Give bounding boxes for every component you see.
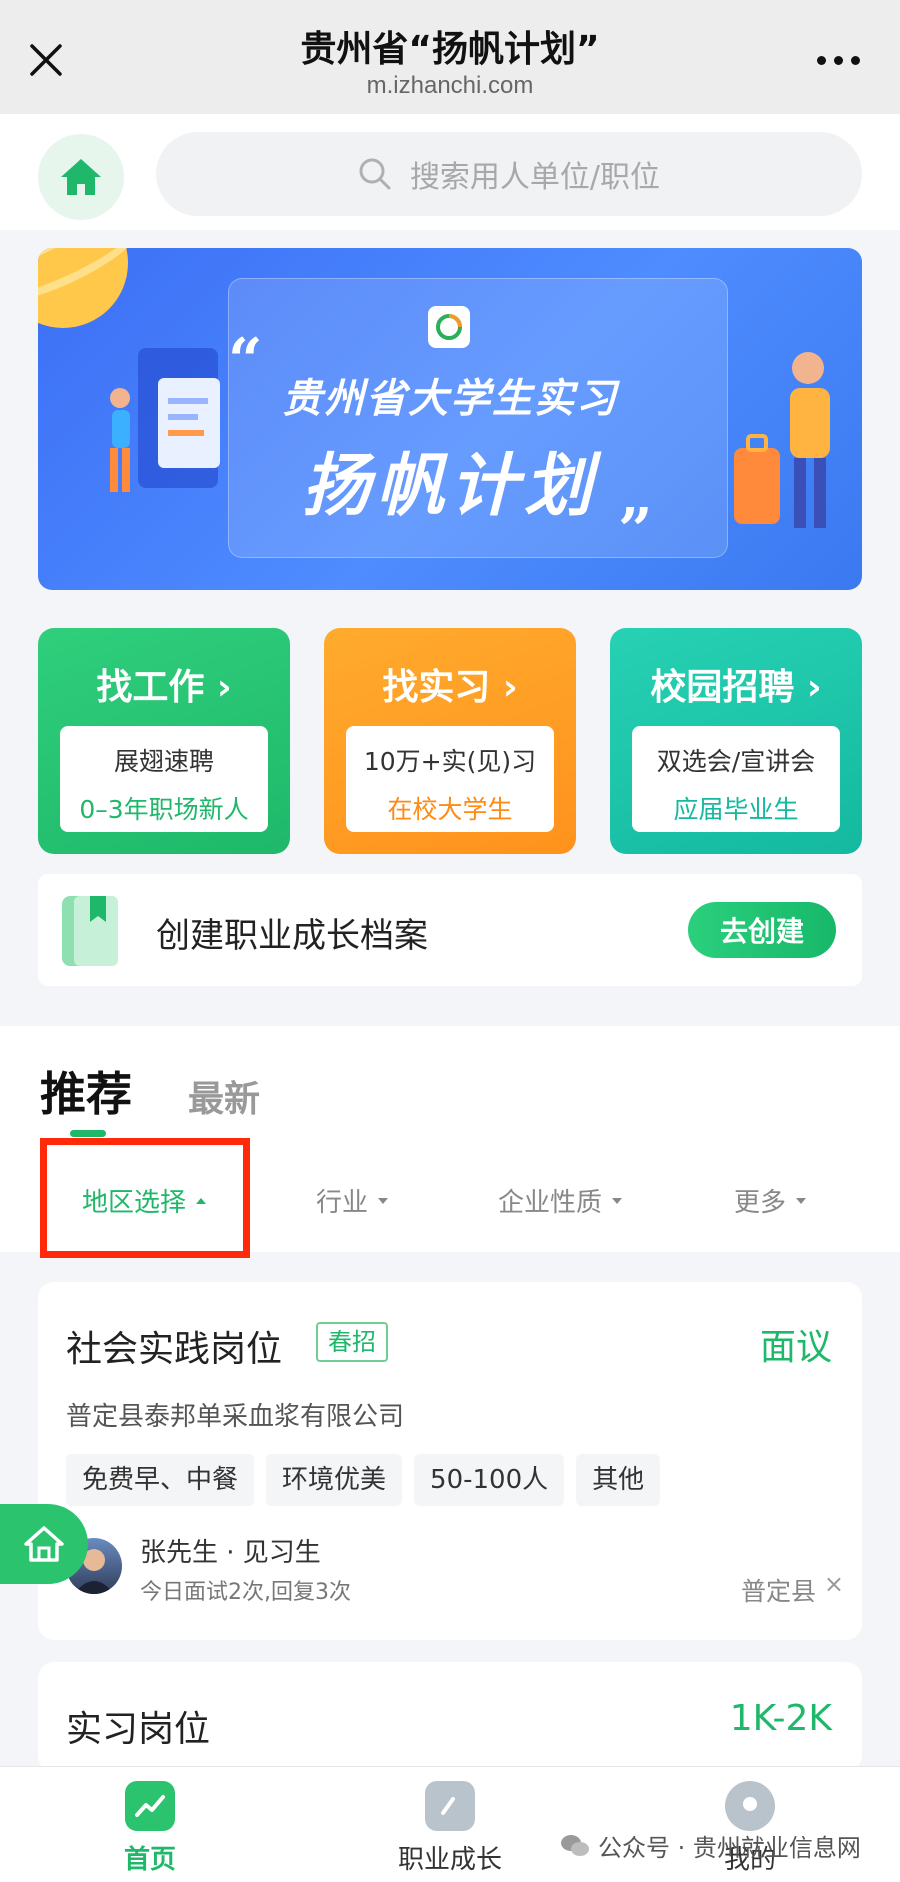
benefit-tags: 免费早、中餐 环境优美 50-100人 其他 xyxy=(66,1454,661,1506)
tile-card: 10万+实(见)习 在校大学生 xyxy=(346,726,554,832)
tile-card: 展翅速聘 0–3年职场新人 xyxy=(60,726,268,832)
banner-quote-close: ” xyxy=(618,496,653,566)
create-profile-button[interactable]: 去创建 xyxy=(688,902,836,958)
caret-down-icon xyxy=(612,1197,623,1204)
recruiter-stats: 今日面试2次,回复3次 xyxy=(140,1580,351,1605)
job-location: 普定县 xyxy=(740,1577,816,1606)
find-internship-tile[interactable]: 找实习 › 10万+实(见)习 在校大学生 xyxy=(324,628,576,854)
banner-subtitle: 贵州省大学生实习 xyxy=(282,376,618,422)
nav-home[interactable]: 首页 xyxy=(60,1781,240,1876)
filter-label: 行业 xyxy=(316,1188,369,1218)
season-badge: 春招 xyxy=(316,1322,388,1362)
filter-label: 更多 xyxy=(734,1188,787,1218)
nav-label: 首页 xyxy=(123,1845,176,1875)
tile-audience: 应届毕业生 xyxy=(673,795,799,824)
growth-book-icon xyxy=(425,1781,475,1831)
tile-subtitle: 双选会/宣讲会 xyxy=(656,747,816,776)
company-name: 普定县泰邦单采血浆有限公司 xyxy=(66,1402,405,1432)
benefit-tag: 50-100人 xyxy=(414,1454,565,1506)
job-card[interactable]: 社会实践岗位 春招 面议 普定县泰邦单采血浆有限公司 免费早、中餐 环境优美 5… xyxy=(38,1282,862,1640)
caret-down-icon xyxy=(378,1197,389,1204)
filter-company-type[interactable]: 企业性质 xyxy=(498,1182,623,1219)
dismiss-icon[interactable]: × xyxy=(824,1570,844,1598)
tab-recommend[interactable]: 推荐 xyxy=(40,1058,132,1124)
filter-label: 企业性质 xyxy=(498,1188,603,1218)
job-title: 实习岗位 xyxy=(66,1709,211,1750)
career-profile-label: 创建职业成长档案 xyxy=(156,916,428,956)
watermark-text: 公众号 · 贵州就业信息网 xyxy=(598,1834,861,1862)
benefit-tag: 免费早、中餐 xyxy=(66,1454,255,1506)
tile-title: 校园招聘 › xyxy=(650,667,822,708)
tile-title: 找实习 › xyxy=(382,667,518,708)
search-icon xyxy=(359,158,391,190)
tile-subtitle: 展翅速聘 xyxy=(113,747,214,776)
home-outline-icon xyxy=(24,1526,64,1562)
home-icon xyxy=(61,159,101,195)
job-salary: 面议 xyxy=(759,1327,832,1368)
active-tab-indicator xyxy=(70,1130,106,1137)
highlight-box xyxy=(40,1138,250,1258)
folder-book-icon xyxy=(62,896,118,966)
tile-subtitle: 10万+实(见)习 xyxy=(363,747,537,776)
filter-industry[interactable]: 行业 xyxy=(316,1182,389,1219)
home-button[interactable] xyxy=(38,134,124,220)
tile-card: 双选会/宣讲会 应届毕业生 xyxy=(632,726,840,832)
title-bar: 贵州省“扬帆计划” m.izhanchi.com xyxy=(0,0,900,114)
user-icon xyxy=(725,1781,775,1831)
wechat-icon xyxy=(561,1834,589,1856)
tile-title: 找工作 › xyxy=(96,667,232,708)
tab-latest[interactable]: 最新 xyxy=(188,1070,260,1122)
tile-audience: 在校大学生 xyxy=(387,795,513,824)
search-input[interactable]: 搜索用人单位/职位 xyxy=(156,132,862,216)
job-card[interactable]: 实习岗位 1K-2K xyxy=(38,1662,862,1772)
wechat-watermark: 公众号 · 贵州就业信息网 xyxy=(560,1828,861,1863)
job-salary: 1K-2K xyxy=(729,1698,832,1739)
bottom-nav: 首页 职业成长 我的 xyxy=(0,1766,900,1882)
benefit-tag: 环境优美 xyxy=(266,1454,403,1506)
page-url: m.izhanchi.com xyxy=(366,72,534,99)
floating-home-button[interactable] xyxy=(0,1504,88,1584)
yangfan-logo xyxy=(428,306,470,348)
search-row: 搜索用人单位/职位 xyxy=(0,114,900,230)
more-icon[interactable] xyxy=(817,56,860,65)
filter-more[interactable]: 更多 xyxy=(734,1182,807,1219)
benefit-tag: 其他 xyxy=(576,1454,661,1506)
find-job-tile[interactable]: 找工作 › 展翅速聘 0–3年职场新人 xyxy=(38,628,290,854)
banner-title: 扬帆计划 xyxy=(301,447,598,526)
trend-icon xyxy=(125,1781,175,1831)
job-title: 社会实践岗位 xyxy=(66,1329,283,1370)
campus-recruit-tile[interactable]: 校园招聘 › 双选会/宣讲会 应届毕业生 xyxy=(610,628,862,854)
search-placeholder: 搜索用人单位/职位 xyxy=(409,160,661,195)
caret-down-icon xyxy=(796,1197,807,1204)
page-title: 贵州省“扬帆计划” xyxy=(300,29,600,70)
promo-banner[interactable]: “ 贵州省大学生实习 扬帆计划 ” xyxy=(38,248,862,590)
recruiter-name: 张先生 · 见习生 xyxy=(140,1538,321,1568)
nav-label: 职业成长 xyxy=(397,1845,502,1875)
tile-audience: 0–3年职场新人 xyxy=(79,795,249,824)
career-profile-row[interactable]: 创建职业成长档案 去创建 xyxy=(38,874,862,986)
nav-career-growth[interactable]: 职业成长 xyxy=(360,1781,540,1876)
